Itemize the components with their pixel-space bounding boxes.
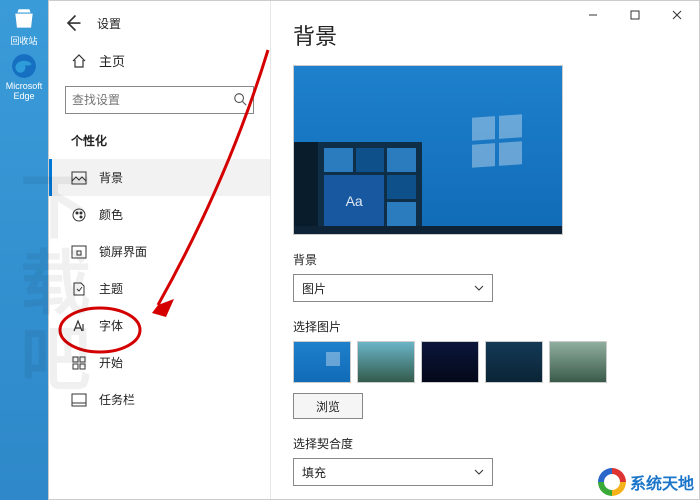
edge-desktop-icon[interactable]: Microsoft Edge xyxy=(5,53,43,101)
themes-icon xyxy=(71,281,87,297)
maximize-button[interactable] xyxy=(614,2,656,28)
settings-window: 设置 主页 个性化 背景 颜色 锁屏界面 xyxy=(48,0,700,500)
sidebar-item-background[interactable]: 背景 xyxy=(49,159,270,196)
fonts-icon xyxy=(71,318,87,334)
fit-label: 选择契合度 xyxy=(293,435,677,452)
chevron-down-icon xyxy=(474,283,484,293)
sidebar-item-label: 锁屏界面 xyxy=(99,243,147,260)
combo-value: 图片 xyxy=(302,280,326,297)
desktop-preview: Aa xyxy=(293,65,563,235)
picture-thumb[interactable] xyxy=(421,341,479,383)
preview-sample-text: Aa xyxy=(324,175,384,226)
nav-list: 背景 颜色 锁屏界面 主题 字体 开始 xyxy=(49,159,270,418)
preview-start-panel: Aa xyxy=(294,142,422,234)
picture-thumb[interactable] xyxy=(293,341,351,383)
choose-picture-label: 选择图片 xyxy=(293,318,677,335)
sidebar-item-label: 背景 xyxy=(99,169,123,186)
sidebar-item-label: 主题 xyxy=(99,280,123,297)
taskbar-icon xyxy=(71,392,87,408)
browse-button[interactable]: 浏览 xyxy=(293,393,363,419)
windows-logo-icon xyxy=(472,114,522,167)
window-title: 设置 xyxy=(97,15,121,32)
picture-icon xyxy=(71,170,87,186)
sidebar-item-label: 字体 xyxy=(99,317,123,334)
chevron-down-icon xyxy=(474,467,484,477)
arrow-left-icon xyxy=(63,13,83,33)
background-type-label: 背景 xyxy=(293,251,677,268)
background-type-combo[interactable]: 图片 xyxy=(293,274,493,302)
window-controls xyxy=(572,2,698,28)
home-icon xyxy=(71,53,87,69)
picture-thumb[interactable] xyxy=(549,341,607,383)
recycle-bin-desktop-icon[interactable]: 回收站 xyxy=(5,6,43,47)
sidebar-item-lock-screen[interactable]: 锁屏界面 xyxy=(49,233,270,270)
main-content: 背景 Aa 背景 图片 选择图片 xyxy=(271,1,699,499)
palette-icon xyxy=(71,207,87,223)
edge-label: Microsoft Edge xyxy=(5,81,43,101)
settings-sidebar: 设置 主页 个性化 背景 颜色 锁屏界面 xyxy=(49,1,271,499)
recycle-bin-icon xyxy=(11,6,37,32)
recycle-bin-label: 回收站 xyxy=(10,34,37,47)
close-button[interactable] xyxy=(656,2,698,28)
sidebar-item-colors[interactable]: 颜色 xyxy=(49,196,270,233)
edge-icon xyxy=(11,53,37,79)
start-icon xyxy=(71,355,87,371)
sidebar-item-themes[interactable]: 主题 xyxy=(49,270,270,307)
lock-screen-icon xyxy=(71,244,87,260)
browse-label: 浏览 xyxy=(316,398,340,415)
picture-thumb[interactable] xyxy=(357,341,415,383)
search-icon xyxy=(233,92,247,109)
home-label: 主页 xyxy=(99,51,125,70)
home-link[interactable]: 主页 xyxy=(49,43,270,80)
back-button[interactable] xyxy=(63,13,83,33)
desktop-area: 回收站 Microsoft Edge xyxy=(0,0,48,500)
sidebar-item-taskbar[interactable]: 任务栏 xyxy=(49,381,270,418)
section-label: 个性化 xyxy=(71,132,252,149)
sidebar-item-label: 任务栏 xyxy=(99,391,135,408)
sidebar-item-fonts[interactable]: 字体 xyxy=(49,307,270,344)
sidebar-item-label: 开始 xyxy=(99,354,123,371)
minimize-button[interactable] xyxy=(572,2,614,28)
picture-thumbnails xyxy=(293,341,677,383)
combo-value: 填充 xyxy=(302,464,326,481)
sidebar-item-start[interactable]: 开始 xyxy=(49,344,270,381)
search-input[interactable] xyxy=(72,93,233,107)
picture-thumb[interactable] xyxy=(485,341,543,383)
fit-combo[interactable]: 填充 xyxy=(293,458,493,486)
sidebar-item-label: 颜色 xyxy=(99,206,123,223)
search-box[interactable] xyxy=(65,86,254,114)
